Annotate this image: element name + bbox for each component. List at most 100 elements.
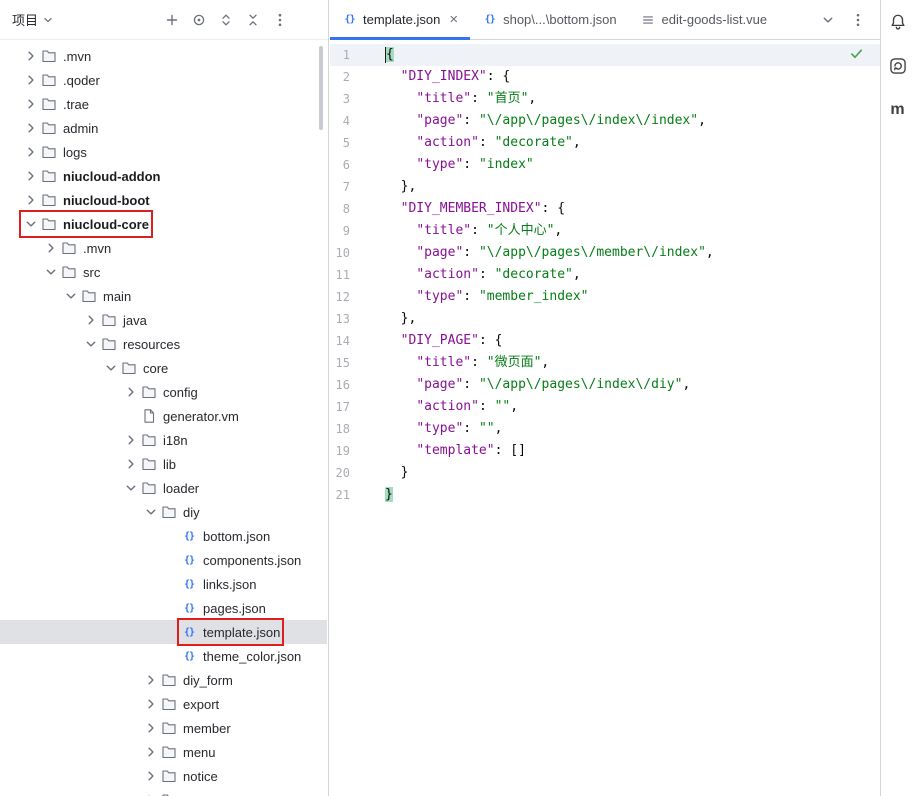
chevron-down-icon[interactable] [41, 13, 55, 27]
chevron-expanded-icon[interactable] [23, 216, 39, 232]
chevron-collapsed-icon[interactable] [83, 312, 99, 328]
more-options-icon[interactable] [272, 12, 288, 28]
close-tab-icon[interactable]: × [449, 12, 458, 27]
chevron-down-icon[interactable] [820, 12, 836, 28]
tree-item-lib[interactable]: lib [0, 452, 327, 476]
notifications-bell-icon[interactable] [888, 12, 908, 32]
ai-assistant-icon[interactable] [888, 56, 908, 76]
chevron-collapsed-icon[interactable] [23, 120, 39, 136]
tree-item-diy[interactable]: diy [0, 500, 327, 524]
tree-item-niucloud-addon[interactable]: niucloud-addon [0, 164, 327, 188]
tree-item-template.json[interactable]: {}template.json [0, 620, 327, 644]
tree-item-cutoff[interactable] [0, 788, 327, 796]
tree-item-logs[interactable]: logs [0, 140, 327, 164]
tab-shop-...-bottom.json[interactable]: {}shop\...\bottom.json [470, 0, 628, 39]
tree-item-resources[interactable]: resources [0, 332, 327, 356]
chevron-collapsed-icon[interactable] [123, 456, 139, 472]
tree-item-member[interactable]: member [0, 716, 327, 740]
tree-item-label: resources [123, 337, 180, 352]
code-line-16[interactable]: 16 "page": "\/app\/pages\/index\/diy", [330, 374, 880, 396]
chevron-expanded-icon[interactable] [123, 480, 139, 496]
code-line-5[interactable]: 5 "action": "decorate", [330, 132, 880, 154]
tab-template.json[interactable]: {}template.json× [330, 0, 470, 39]
code-line-10[interactable]: 10 "page": "\/app\/pages\/member\/index"… [330, 242, 880, 264]
code-line-15[interactable]: 15 "title": "微页面", [330, 352, 880, 374]
chevron-collapsed-icon[interactable] [23, 96, 39, 112]
more-options-icon[interactable] [850, 12, 866, 28]
tree-item-core[interactable]: core [0, 356, 327, 380]
code-line-6[interactable]: 6 "type": "index" [330, 154, 880, 176]
chevron-collapsed-icon[interactable] [143, 696, 159, 712]
code-line-12[interactable]: 12 "type": "member_index" [330, 286, 880, 308]
code-line-19[interactable]: 19 "template": [] [330, 440, 880, 462]
chevron-collapsed-icon[interactable] [23, 72, 39, 88]
chevron-collapsed-icon[interactable] [43, 240, 59, 256]
code-line-21[interactable]: 21} [330, 484, 880, 506]
chevron-expanded-icon[interactable] [83, 336, 99, 352]
chevron-expanded-icon[interactable] [143, 504, 159, 520]
tree-item-main[interactable]: main [0, 284, 327, 308]
tree-item-components.json[interactable]: {}components.json [0, 548, 327, 572]
code-line-14[interactable]: 14 "DIY_PAGE": { [330, 330, 880, 352]
tree-item-export[interactable]: export [0, 692, 327, 716]
tree-item-pages.json[interactable]: {}pages.json [0, 596, 327, 620]
chevron-collapsed-icon[interactable] [143, 720, 159, 736]
chevron-collapsed-icon[interactable] [143, 792, 159, 796]
editor[interactable]: 1{2 "DIY_INDEX": {3 "title": "首页",4 "pag… [330, 41, 880, 796]
project-panel-title[interactable]: 项目 [12, 10, 38, 29]
tree-item-niucloud-core[interactable]: niucloud-core [0, 212, 327, 236]
line-number: 12 [330, 286, 360, 308]
code-line-17[interactable]: 17 "action": "", [330, 396, 880, 418]
code-line-4[interactable]: 4 "page": "\/app\/pages\/index\/index", [330, 110, 880, 132]
tree-item-i18n[interactable]: i18n [0, 428, 327, 452]
chevron-expanded-icon[interactable] [43, 264, 59, 280]
collapse-all-icon[interactable] [245, 12, 261, 28]
chevron-collapsed-icon[interactable] [123, 384, 139, 400]
tree-item-src[interactable]: src [0, 260, 327, 284]
tree-item-notice[interactable]: notice [0, 764, 327, 788]
code-line-20[interactable]: 20 } [330, 462, 880, 484]
chevron-collapsed-icon[interactable] [143, 744, 159, 760]
tree-item-admin[interactable]: admin [0, 116, 327, 140]
code-line-1[interactable]: 1{ [330, 44, 880, 66]
tree-item-.mvn[interactable]: .mvn [0, 236, 327, 260]
locate-opened-file-icon[interactable] [191, 12, 207, 28]
project-scrollbar[interactable] [319, 46, 323, 130]
code-line-3[interactable]: 3 "title": "首页", [330, 88, 880, 110]
chevron-collapsed-icon[interactable] [143, 672, 159, 688]
chevron-collapsed-icon[interactable] [23, 168, 39, 184]
code-line-18[interactable]: 18 "type": "", [330, 418, 880, 440]
tree-item-theme_color.json[interactable]: {}theme_color.json [0, 644, 327, 668]
tree-item-.mvn[interactable]: .mvn [0, 44, 327, 68]
expand-all-icon[interactable] [218, 12, 234, 28]
tree-item-loader[interactable]: loader [0, 476, 327, 500]
tree-item-links.json[interactable]: {}links.json [0, 572, 327, 596]
tree-item-java[interactable]: java [0, 308, 327, 332]
tree-item-niucloud-boot[interactable]: niucloud-boot [0, 188, 327, 212]
code-line-13[interactable]: 13 }, [330, 308, 880, 330]
tree-item-generator.vm[interactable]: generator.vm [0, 404, 327, 428]
chevron-collapsed-icon[interactable] [23, 48, 39, 64]
tree-item-bottom.json[interactable]: {}bottom.json [0, 524, 327, 548]
code-line-7[interactable]: 7 }, [330, 176, 880, 198]
tree-item-.trae[interactable]: .trae [0, 92, 327, 116]
code-line-11[interactable]: 11 "action": "decorate", [330, 264, 880, 286]
code-line-2[interactable]: 2 "DIY_INDEX": { [330, 66, 880, 88]
tree-item-.qoder[interactable]: .qoder [0, 68, 327, 92]
chevron-collapsed-icon[interactable] [23, 144, 39, 160]
chevron-collapsed-icon[interactable] [23, 192, 39, 208]
tab-edit-goods-list.vue[interactable]: edit-goods-list.vue [629, 0, 780, 39]
chevron-collapsed-icon[interactable] [143, 768, 159, 784]
chevron-expanded-icon[interactable] [63, 288, 79, 304]
chevron-collapsed-icon[interactable] [123, 432, 139, 448]
code-line-9[interactable]: 9 "title": "个人中心", [330, 220, 880, 242]
tree-item-diy_form[interactable]: diy_form [0, 668, 327, 692]
tree-item-menu[interactable]: menu [0, 740, 327, 764]
code-line-8[interactable]: 8 "DIY_MEMBER_INDEX": { [330, 198, 880, 220]
chevron-expanded-icon[interactable] [103, 360, 119, 376]
line-number: 8 [330, 198, 360, 220]
add-icon[interactable] [164, 12, 180, 28]
inspections-ok-icon[interactable] [849, 46, 864, 61]
tree-item-config[interactable]: config [0, 380, 327, 404]
maven-icon[interactable]: m [888, 100, 908, 120]
